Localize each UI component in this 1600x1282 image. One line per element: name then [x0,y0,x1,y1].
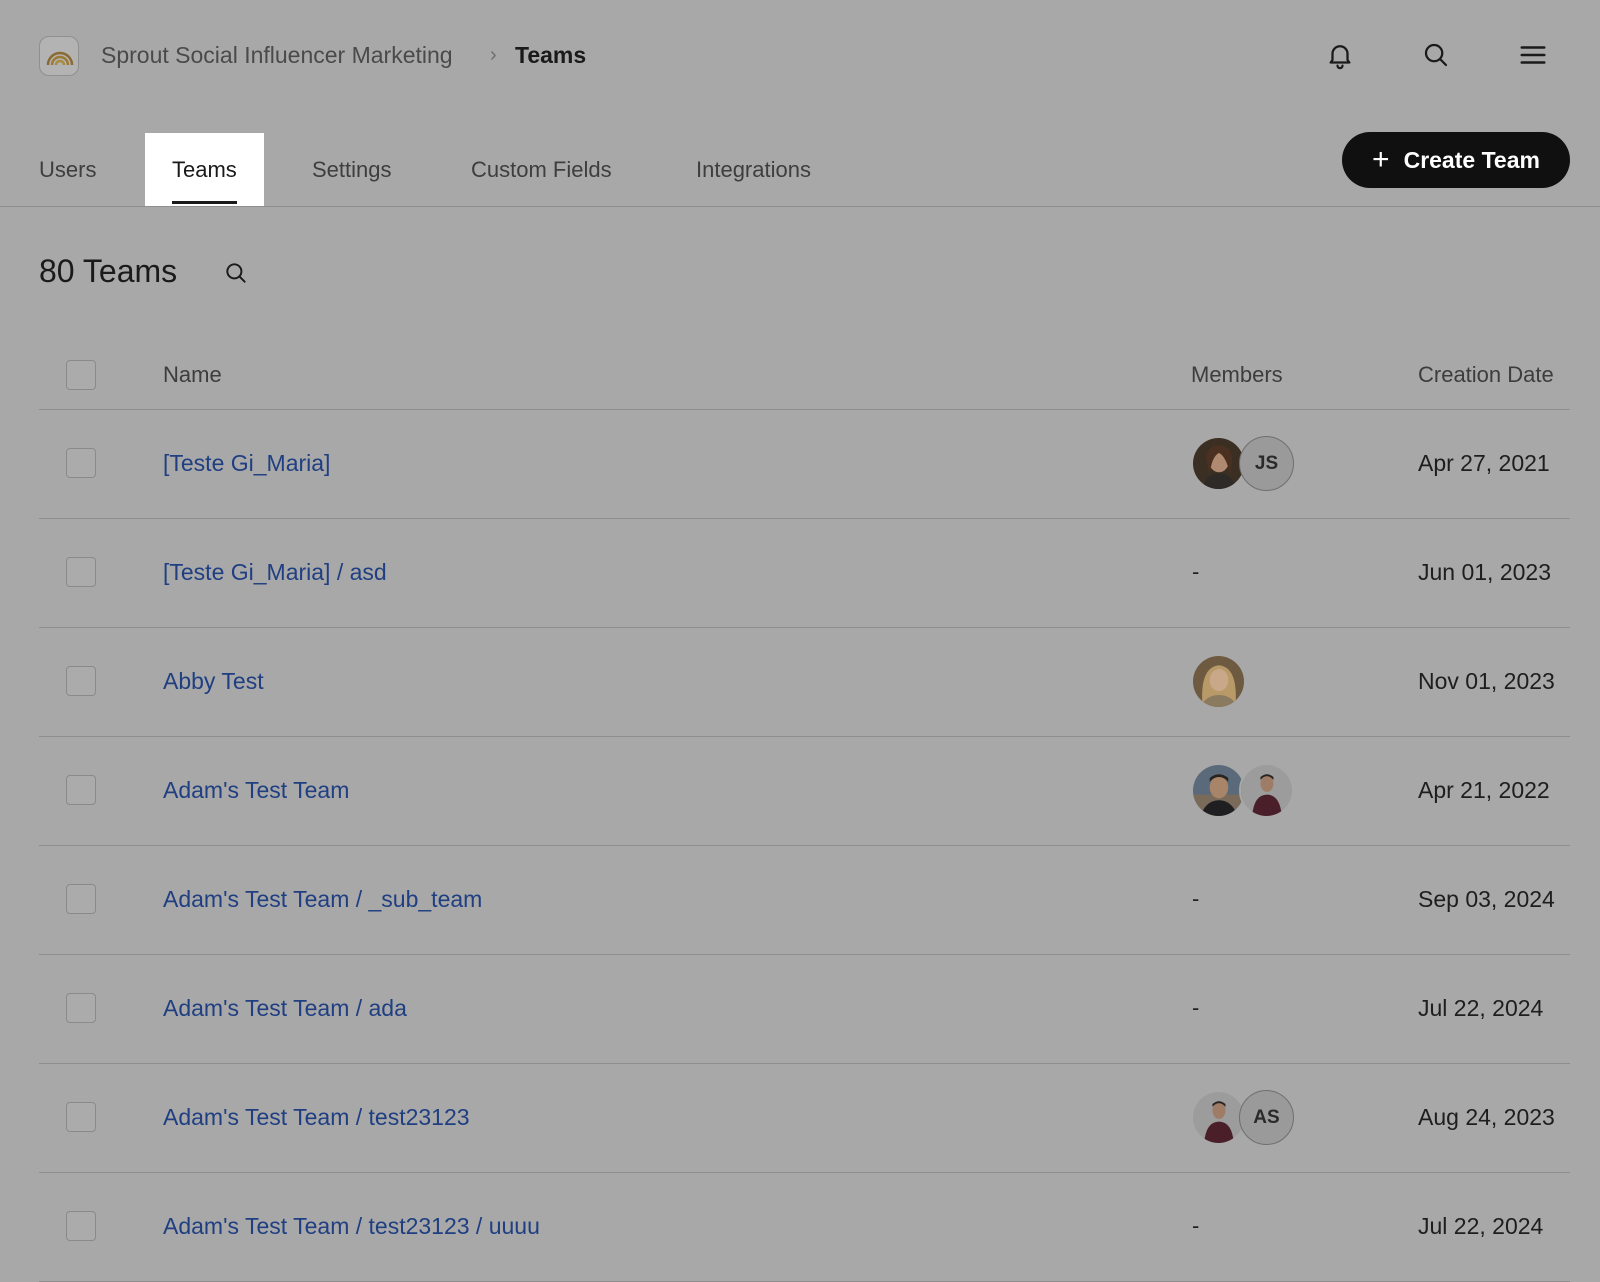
table-row: Adam's Test Team / ada - Jul 22, 2024 [39,955,1570,1064]
table-row: Adam's Test Team / test23123 / uuuu - Ju… [39,1173,1570,1282]
creation-date: Jul 22, 2024 [1418,1213,1544,1239]
table-row: [Teste Gi_Maria] / asd - Jun 01, 2023 [39,519,1570,628]
user-photo-icon [1193,1092,1244,1143]
breadcrumb-parent[interactable]: Sprout Social Influencer Marketing [101,42,453,69]
row-checkbox[interactable] [66,993,96,1023]
avatar-initials[interactable]: AS [1239,1090,1294,1145]
user-photo-icon [1193,438,1244,489]
app-header: Sprout Social Influencer Marketing › Tea… [0,0,1600,112]
column-header-members[interactable]: Members [1191,362,1283,388]
teams-count: 80 Teams [39,253,178,289]
tab-settings[interactable]: Settings [312,133,392,207]
no-members: - [1192,995,1200,1020]
table-row: Abby Test Nov 01, 2023 [39,628,1570,737]
create-team-button[interactable]: + Create Team [1342,132,1570,188]
plus-icon: + [1372,143,1390,176]
tab-teams[interactable]: Teams [145,133,264,207]
search-icon[interactable] [1421,40,1451,70]
table-row: [Teste Gi_Maria] JS Apr 27, 2021 [39,410,1570,519]
table-row: Adam's Test Team / _sub_team - Sep 03, 2… [39,846,1570,955]
avatar[interactable] [1239,763,1294,818]
tab-bar-divider [0,206,1600,207]
creation-date: Apr 27, 2021 [1418,450,1550,476]
creation-date: Apr 21, 2022 [1418,777,1550,803]
avatar[interactable] [1191,763,1246,818]
creation-date: Nov 01, 2023 [1418,668,1555,694]
team-name-link[interactable]: Adam's Test Team / ada [163,995,407,1022]
no-members: - [1192,1213,1200,1238]
creation-date: Jul 22, 2024 [1418,995,1544,1021]
table-row: Adam's Test Team Apr 21, 2022 [39,737,1570,846]
tab-integrations[interactable]: Integrations [696,133,811,207]
avatar-initials[interactable]: JS [1239,436,1294,491]
bell-icon[interactable] [1325,40,1355,70]
active-tab-indicator [172,201,237,204]
row-checkbox[interactable] [66,1102,96,1132]
avatar[interactable] [1191,654,1246,709]
user-photo-icon [1241,765,1292,816]
tab-users[interactable]: Users [39,133,96,207]
table-row: Adam's Test Team / test23123 AS Aug 24, … [39,1064,1570,1173]
teams-search-icon[interactable] [223,260,249,291]
team-name-link[interactable]: Adam's Test Team / test23123 / uuuu [163,1213,540,1240]
team-name-link[interactable]: Adam's Test Team [163,777,349,804]
user-photo-icon [1193,656,1244,707]
column-header-name[interactable]: Name [163,362,222,388]
menu-icon[interactable] [1518,40,1548,70]
row-checkbox[interactable] [66,666,96,696]
team-name-link[interactable]: Adam's Test Team / test23123 [163,1104,470,1131]
teams-table: Name Members Creation Date [Teste Gi_Mar… [39,340,1570,1282]
team-name-link[interactable]: Abby Test [163,668,264,695]
avatar[interactable] [1191,1090,1246,1145]
creation-date: Jun 01, 2023 [1418,559,1552,585]
table-header: Name Members Creation Date [39,340,1570,410]
no-members: - [1192,559,1200,584]
team-name-link[interactable]: [Teste Gi_Maria] [163,450,330,477]
breadcrumb-current: Teams [515,42,587,68]
row-checkbox[interactable] [66,557,96,587]
no-members: - [1192,886,1200,911]
team-name-link[interactable]: Adam's Test Team / _sub_team [163,886,482,913]
tab-custom-fields[interactable]: Custom Fields [471,133,612,207]
breadcrumb-separator: › [490,44,497,66]
team-name-link[interactable]: [Teste Gi_Maria] / asd [163,559,387,586]
user-photo-icon [1193,765,1244,816]
creation-date: Aug 24, 2023 [1418,1104,1555,1130]
row-checkbox[interactable] [66,448,96,478]
row-checkbox[interactable] [66,1211,96,1241]
row-checkbox[interactable] [66,775,96,805]
rainbow-logo-icon [46,51,74,66]
select-all-checkbox[interactable] [66,360,96,390]
avatar[interactable] [1191,436,1246,491]
creation-date: Sep 03, 2024 [1418,886,1555,912]
row-checkbox[interactable] [66,884,96,914]
app-logo[interactable] [39,36,79,76]
column-header-creation-date[interactable]: Creation Date [1418,362,1554,388]
